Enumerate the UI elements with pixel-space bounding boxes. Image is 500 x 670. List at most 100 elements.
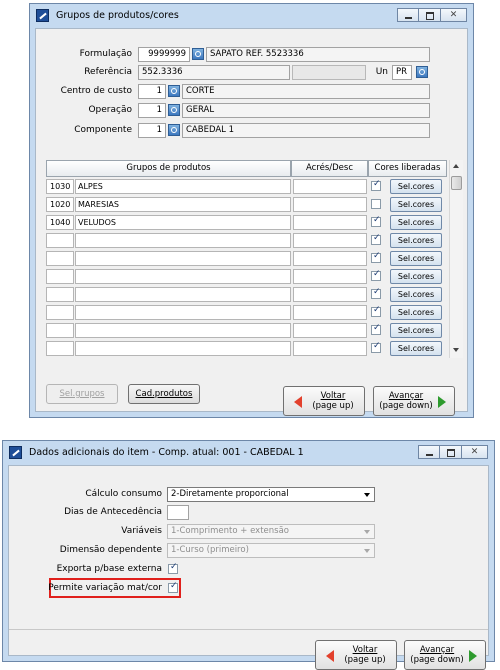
sel-cores-button[interactable]: Sel.cores <box>390 233 442 248</box>
referencia-label: Referência <box>84 67 132 77</box>
grid-cell-name[interactable] <box>75 305 291 320</box>
grid-cell-checkbox[interactable] <box>371 269 381 281</box>
calculo-consumo-label: Cálculo consumo <box>85 489 162 499</box>
componente-code[interactable]: 1 <box>138 123 166 138</box>
calculo-consumo-select[interactable]: 2-Diretamente proporcional <box>167 487 375 502</box>
operacao-code[interactable]: 1 <box>138 103 166 118</box>
sel-cores-button[interactable]: Sel.cores <box>390 215 442 230</box>
voltar-button[interactable]: Voltar (page up) <box>315 640 397 670</box>
variaveis-select[interactable]: 1-Comprimento + extensão <box>167 524 375 539</box>
un-value[interactable]: PR <box>392 65 412 80</box>
grid-cell-name[interactable]: ALPES <box>75 179 291 194</box>
grid-cell-checkbox[interactable] <box>371 287 381 299</box>
grid-cell-acres[interactable] <box>293 341 367 356</box>
grid-header-grupos[interactable]: Grupos de produtos <box>46 160 291 177</box>
scroll-up-icon[interactable] <box>453 164 459 168</box>
un-label: Un <box>375 67 388 77</box>
grid-cell-name[interactable] <box>75 341 291 356</box>
sel-cores-button[interactable]: Sel.cores <box>390 179 442 194</box>
grid-cell-name[interactable] <box>75 233 291 248</box>
grid-scrollbar[interactable] <box>449 160 463 358</box>
componente-lookup-icon[interactable] <box>168 124 180 136</box>
grid-cell-checkbox[interactable] <box>371 341 381 353</box>
maximize-button[interactable] <box>440 445 462 459</box>
grid-cell-acres[interactable] <box>293 197 367 212</box>
sel-cores-button[interactable]: Sel.cores <box>390 251 442 266</box>
sel-cores-button[interactable]: Sel.cores <box>390 287 442 302</box>
cad-produtos-button[interactable]: Cad.produtos <box>128 384 200 404</box>
app-icon <box>36 9 49 22</box>
grid-cell-acres[interactable] <box>293 233 367 248</box>
sel-cores-button[interactable]: Sel.cores <box>390 269 442 284</box>
grid-header-cores[interactable]: Cores liberadas <box>368 160 447 177</box>
exporta-base-checkbox[interactable] <box>168 562 178 574</box>
titlebar[interactable]: Grupos de produtos/cores ✕ <box>30 4 473 28</box>
operacao-lookup-icon[interactable] <box>168 104 180 116</box>
avancar-button[interactable]: Avançar (page down) <box>373 386 455 416</box>
grid-cell-code[interactable] <box>46 341 74 356</box>
avancar-button[interactable]: Avançar (page down) <box>404 640 486 670</box>
grid-cell-name[interactable] <box>75 287 291 302</box>
scroll-down-icon[interactable] <box>453 348 459 352</box>
grid-cell-acres[interactable] <box>293 305 367 320</box>
grid-cell-code[interactable]: 1040 <box>46 215 74 230</box>
formulacao-lookup-icon[interactable] <box>192 48 204 60</box>
grid-cell-code[interactable] <box>46 269 74 284</box>
grid-cell-code[interactable] <box>46 323 74 338</box>
grid-cell-checkbox[interactable] <box>371 199 381 209</box>
grid-cell-name[interactable]: MARESIAS <box>75 197 291 212</box>
close-button[interactable]: ✕ <box>462 445 488 459</box>
dias-antecedencia-input[interactable] <box>167 505 189 520</box>
centro-custo-lookup-icon[interactable] <box>168 85 180 97</box>
grid-cell-checkbox[interactable] <box>371 323 381 335</box>
sel-cores-button[interactable]: Sel.cores <box>390 305 442 320</box>
dimensao-dependente-select[interactable]: 1-Curso (primeiro) <box>167 543 375 558</box>
voltar-label: Voltar <box>352 645 378 655</box>
permite-variacao-checkbox[interactable] <box>168 581 178 593</box>
titlebar[interactable]: Dados adicionais do item - Comp. atual: … <box>3 441 494 465</box>
grid-cell-checkbox[interactable] <box>371 233 381 245</box>
grid-cell-name[interactable] <box>75 269 291 284</box>
grid-cell-code[interactable] <box>46 233 74 248</box>
grid-cell-acres[interactable] <box>293 179 367 194</box>
grid-cell-code[interactable]: 1020 <box>46 197 74 212</box>
grid-cell-code[interactable] <box>46 251 74 266</box>
grid-cell-name[interactable] <box>75 323 291 338</box>
grid-cell-checkbox[interactable] <box>371 251 381 263</box>
exporta-base-label: Exporta p/base externa <box>56 564 162 574</box>
grid-cell-code[interactable] <box>46 305 74 320</box>
grid-cell-checkbox[interactable] <box>371 305 381 317</box>
grid-cell-acres[interactable] <box>293 269 367 284</box>
sel-cores-button[interactable]: Sel.cores <box>390 341 442 356</box>
un-lookup-icon[interactable] <box>416 66 428 78</box>
dimensao-dependente-label: Dimensão dependente <box>59 545 162 555</box>
grid-cell-acres[interactable] <box>293 287 367 302</box>
grid-cell-acres[interactable] <box>293 323 367 338</box>
grid-cell-name[interactable]: VELUDOS <box>75 215 291 230</box>
grid-cell-acres[interactable] <box>293 215 367 230</box>
next-arrow-icon <box>469 650 477 662</box>
scroll-thumb[interactable] <box>451 176 462 190</box>
minimize-button[interactable] <box>418 445 440 459</box>
close-button[interactable]: ✕ <box>441 8 467 22</box>
grid-cell-code[interactable]: 1030 <box>46 179 74 194</box>
centro-custo-desc: CORTE <box>182 84 430 99</box>
sel-grupos-button[interactable]: Sel.grupos <box>46 384 118 404</box>
grid-cell-checkbox[interactable] <box>371 179 381 191</box>
formulacao-code[interactable]: 9999999 <box>138 47 190 62</box>
centro-custo-code[interactable]: 1 <box>138 84 166 99</box>
sel-cores-button[interactable]: Sel.cores <box>390 197 442 212</box>
cad-produtos-label: Cad.produtos <box>135 389 193 399</box>
grid-cell-checkbox[interactable] <box>371 215 381 227</box>
sel-cores-button[interactable]: Sel.cores <box>390 323 442 338</box>
minimize-button[interactable] <box>397 8 419 22</box>
grid-cell-acres[interactable] <box>293 251 367 266</box>
sel-grupos-label: Sel.grupos <box>59 389 105 399</box>
maximize-button[interactable] <box>419 8 441 22</box>
voltar-button[interactable]: Voltar (page up) <box>283 386 365 416</box>
grid-header-acres[interactable]: Acrés/Desc <box>291 160 368 177</box>
back-arrow-icon <box>326 650 334 662</box>
grid-cell-name[interactable] <box>75 251 291 266</box>
grid-cell-code[interactable] <box>46 287 74 302</box>
referencia-value[interactable]: 552.3336 <box>138 65 290 80</box>
